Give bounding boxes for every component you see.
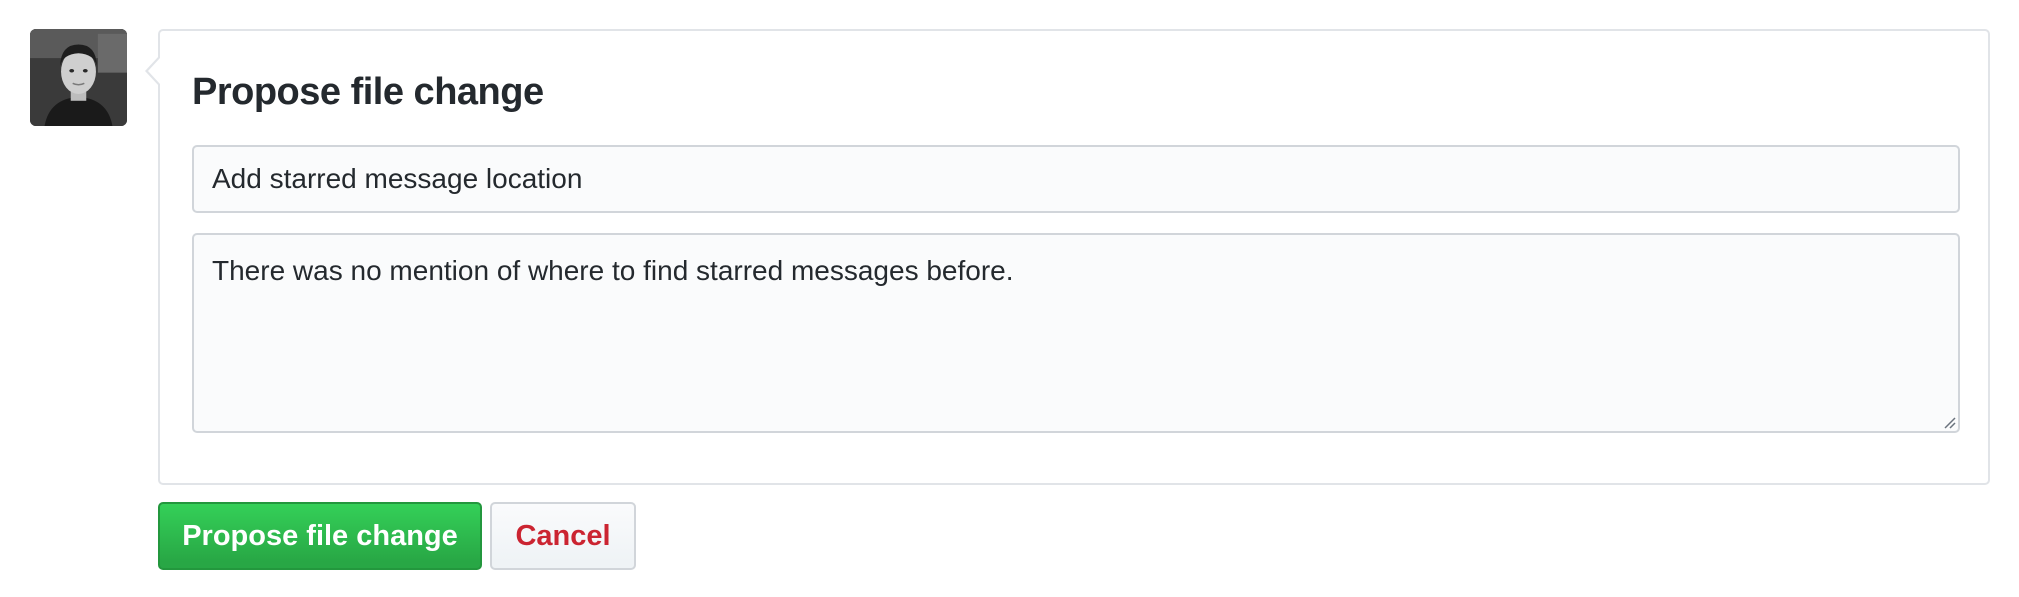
commit-description-textarea[interactable]: There was no mention of where to find st… xyxy=(192,233,1960,433)
cancel-button[interactable]: Cancel xyxy=(490,502,636,570)
user-photo-icon xyxy=(30,29,127,126)
propose-file-change-button[interactable]: Propose file change xyxy=(158,502,482,570)
resize-handle-icon[interactable] xyxy=(1942,415,1956,429)
avatar[interactable] xyxy=(30,29,127,126)
panel-title: Propose file change xyxy=(192,71,544,113)
panel-caret-fill xyxy=(148,58,160,84)
commit-summary-input[interactable] xyxy=(192,145,1960,213)
propose-change-panel: Propose file change There was no mention… xyxy=(158,29,1990,485)
